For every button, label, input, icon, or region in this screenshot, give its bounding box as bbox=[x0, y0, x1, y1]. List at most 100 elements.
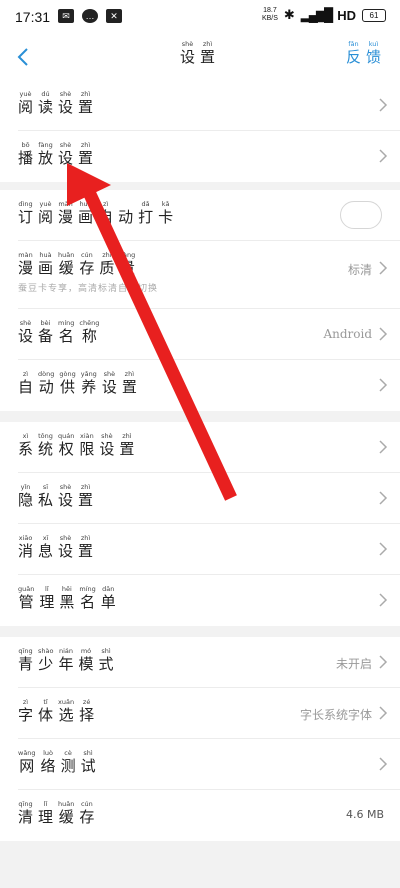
hanzi: 系 bbox=[18, 440, 34, 458]
chevron-right-icon bbox=[379, 757, 388, 771]
hanzi: 络 bbox=[40, 757, 56, 775]
battery-icon: 61 bbox=[362, 8, 386, 22]
pinyin: zhì bbox=[122, 432, 132, 440]
hanzi: 称 bbox=[81, 327, 97, 345]
hanzi: 理 bbox=[39, 593, 55, 611]
pinyin: màn bbox=[18, 251, 33, 259]
row-auto-support[interactable]: zì 自 dòng 动 gòng 供 yǎng 养 shè 设 zhì 置 bbox=[0, 360, 400, 411]
hanzi: 设 bbox=[99, 440, 115, 458]
ruby-char: míng 名 bbox=[58, 319, 74, 345]
pinyin: cún bbox=[80, 800, 93, 808]
hanzi: 存 bbox=[79, 808, 95, 826]
hanzi: 设 bbox=[58, 542, 74, 560]
hanzi: 设 bbox=[179, 48, 195, 66]
hanzi: 隐 bbox=[18, 491, 34, 509]
row-playback-settings[interactable]: bō 播 fàng 放 shè 设 zhì 置 bbox=[0, 131, 400, 182]
section-system: xì 系 tǒng 统 quán 权 xiàn 限 shè 设 zhì 置 yǐn 隐 sī 私 shè 设 zh… bbox=[0, 422, 400, 626]
hanzi: 测 bbox=[60, 757, 76, 775]
ruby-char: dān 单 bbox=[101, 585, 116, 611]
signal-label: HD bbox=[337, 7, 356, 23]
hanzi: 青 bbox=[18, 655, 34, 673]
pinyin: guǎn bbox=[18, 585, 35, 593]
row-blacklist[interactable]: guǎn 管 lǐ 理 hēi 黑 míng 名 dān 单 bbox=[0, 575, 400, 626]
pinyin: kuì bbox=[368, 40, 379, 48]
pinyin: zhì bbox=[80, 90, 91, 98]
row-network-test[interactable]: wǎng 网 luò 络 cè 测 shì 试 bbox=[0, 739, 400, 790]
pinyin: yǐn bbox=[20, 483, 31, 491]
pinyin: bèi bbox=[40, 319, 51, 327]
playback-settings-label: bō 播 fàng 放 shè 设 zhì 置 bbox=[18, 141, 98, 167]
ruby-char: cún 存 bbox=[79, 800, 94, 826]
row-reading-settings[interactable]: yuè 阅 dú 读 shè 设 zhì 置 bbox=[0, 80, 400, 131]
row-permissions[interactable]: xì 系 tǒng 统 quán 权 xiàn 限 shè 设 zhì 置 bbox=[0, 422, 400, 473]
hanzi: 字 bbox=[18, 706, 34, 724]
pinyin: shào bbox=[38, 647, 54, 655]
hanzi: 置 bbox=[119, 440, 135, 458]
ruby-char: zhì 质 bbox=[99, 251, 114, 277]
network-speed-unit: KB/S bbox=[261, 15, 278, 22]
hanzi: 漫 bbox=[18, 259, 34, 277]
pinyin: màn bbox=[58, 200, 73, 208]
network-speed: 18.7 KB/S bbox=[262, 7, 278, 23]
ruby-char: huà 画 bbox=[38, 251, 53, 277]
hanzi: 画 bbox=[78, 208, 94, 226]
pinyin: zhì bbox=[80, 534, 91, 542]
hanzi: 备 bbox=[38, 327, 54, 345]
pinyin: zhì bbox=[80, 141, 91, 149]
pinyin: fàng bbox=[38, 141, 53, 149]
row-device-name[interactable]: shè 设 bèi 备 míng 名 chēng 称 Android bbox=[0, 309, 400, 360]
row-teen-mode[interactable]: qīng 青 shào 少 nián 年 mó 模 shì 式 未开启 bbox=[0, 637, 400, 688]
hanzi: 量 bbox=[119, 259, 135, 277]
pinyin: tǐ bbox=[43, 698, 48, 706]
hanzi: 置 bbox=[200, 48, 216, 66]
hanzi: 选 bbox=[58, 706, 74, 724]
pinyin: huǎn bbox=[58, 800, 75, 808]
teen-mode-label: qīng 青 shào 少 nián 年 mó 模 shì 式 bbox=[18, 647, 119, 673]
pinyin: shè bbox=[59, 483, 72, 491]
hanzi: 设 bbox=[58, 98, 74, 116]
pinyin: zì bbox=[22, 370, 29, 378]
ruby-char: shè 设 bbox=[99, 432, 114, 458]
chevron-right-icon bbox=[379, 706, 388, 720]
font-select-value: 字长系统字体 bbox=[299, 708, 372, 722]
section-misc: qīng 青 shào 少 nián 年 mó 模 shì 式 未开启 zì 字 tǐ 体 xuǎn 选 zé… bbox=[0, 637, 400, 841]
pinyin: míng bbox=[58, 319, 75, 327]
feedback-button[interactable]: fǎn 反 kuì 馈 bbox=[346, 40, 386, 66]
pinyin: dān bbox=[102, 585, 115, 593]
hanzi: 阅 bbox=[18, 98, 34, 116]
ruby-char: zhì 置 bbox=[200, 40, 215, 66]
ruby-char: shè 设 bbox=[58, 483, 73, 509]
network-test-label: wǎng 网 luò 络 cè 测 shì 试 bbox=[18, 749, 101, 775]
ruby-char: xuǎn 选 bbox=[58, 698, 74, 724]
message-settings-label: xiāo 消 xī 息 shè 设 zhì 置 bbox=[18, 534, 98, 560]
ruby-char: màn 漫 bbox=[18, 251, 33, 277]
ruby-char: zì 字 bbox=[18, 698, 33, 724]
section-reading-playback: yuè 阅 dú 读 shè 设 zhì 置 bō 播 fàng 放 shè 设 zhì 置 bbox=[0, 80, 400, 182]
chevron-right-icon bbox=[379, 491, 388, 505]
ruby-char: luò 络 bbox=[41, 749, 56, 775]
hanzi: 读 bbox=[38, 98, 54, 116]
hanzi: 清 bbox=[18, 808, 34, 826]
pinyin: huà bbox=[79, 200, 92, 208]
pinyin: shè bbox=[59, 90, 72, 98]
teen-mode-value: 未开启 bbox=[335, 657, 372, 671]
chevron-right-icon bbox=[379, 542, 388, 556]
pinyin: dòng bbox=[38, 370, 55, 378]
row-message[interactable]: xiāo 消 xī 息 shè 设 zhì 置 bbox=[0, 524, 400, 575]
device-name-value: Android bbox=[323, 327, 372, 341]
pinyin: quán bbox=[58, 432, 75, 440]
pinyin: mó bbox=[80, 647, 92, 655]
ruby-char: shè 设 bbox=[102, 370, 117, 396]
ruby-char: qīng 青 bbox=[18, 647, 33, 673]
blacklist-label: guǎn 管 lǐ 理 hēi 黑 míng 名 dān 单 bbox=[18, 585, 121, 611]
row-privacy[interactable]: yǐn 隐 sī 私 shè 设 zhì 置 bbox=[0, 473, 400, 524]
ruby-char: bō 播 bbox=[18, 141, 33, 167]
row-cache-quality[interactable]: màn 漫 huà 画 huǎn 缓 cún 存 zhì 质 liàng 量 蚕豆卡专享，高清标清自动… bbox=[0, 241, 400, 309]
pinyin: qīng bbox=[18, 647, 33, 655]
hanzi: 订 bbox=[18, 208, 34, 226]
pinyin: kǎ bbox=[161, 200, 170, 208]
row-font-select[interactable]: zì 字 tǐ 体 xuǎn 选 zé 择 字长系统字体 bbox=[0, 688, 400, 739]
auto-checkin-toggle[interactable] bbox=[340, 201, 382, 229]
ruby-char: shè 设 bbox=[58, 141, 73, 167]
row-clear-cache[interactable]: qīng 清 lǐ 理 huǎn 缓 cún 存 4.6 MB bbox=[0, 790, 400, 841]
